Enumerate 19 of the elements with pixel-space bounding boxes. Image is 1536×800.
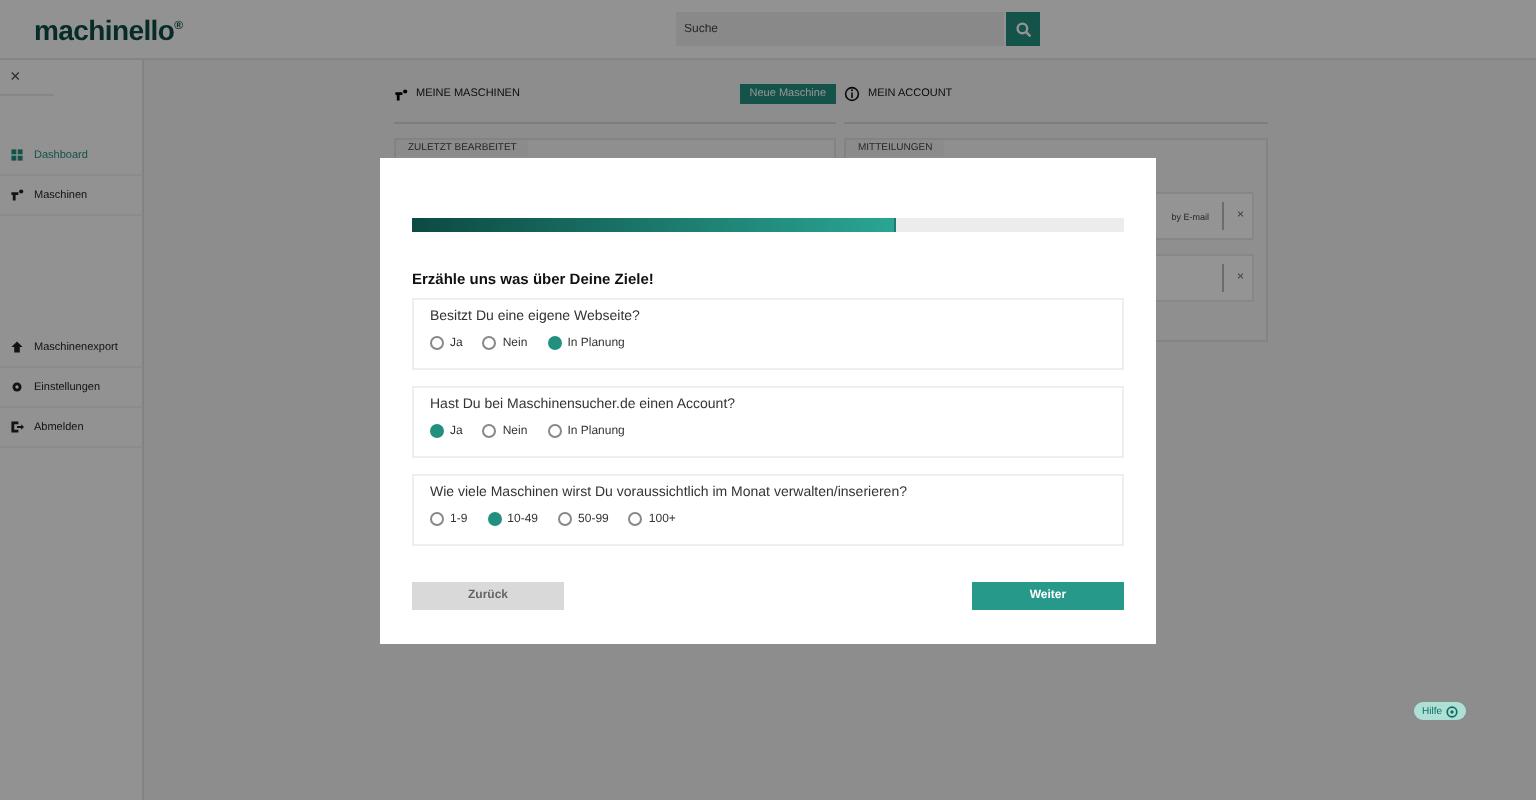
radio-button[interactable] <box>487 512 502 526</box>
radio-button[interactable] <box>430 424 444 438</box>
logo[interactable]: machinello$^{®}$ <box>34 13 676 45</box>
radio-button[interactable] <box>482 424 497 438</box>
radio-button[interactable] <box>430 512 444 526</box>
radio-button[interactable] <box>547 424 562 438</box>
radio-button[interactable] <box>430 336 444 350</box>
logout-icon <box>10 420 24 434</box>
search-icon <box>1015 21 1031 37</box>
radio-button[interactable] <box>547 336 562 350</box>
upload-icon <box>10 340 24 354</box>
radio-button[interactable] <box>628 512 643 526</box>
search-button[interactable] <box>1006 12 1040 46</box>
close-button[interactable]: × <box>10 68 21 86</box>
radio-button[interactable] <box>482 336 497 350</box>
help-icon <box>1446 705 1459 717</box>
grid-icon <box>10 148 24 162</box>
radio-button[interactable] <box>558 512 573 526</box>
info-icon <box>844 86 860 102</box>
